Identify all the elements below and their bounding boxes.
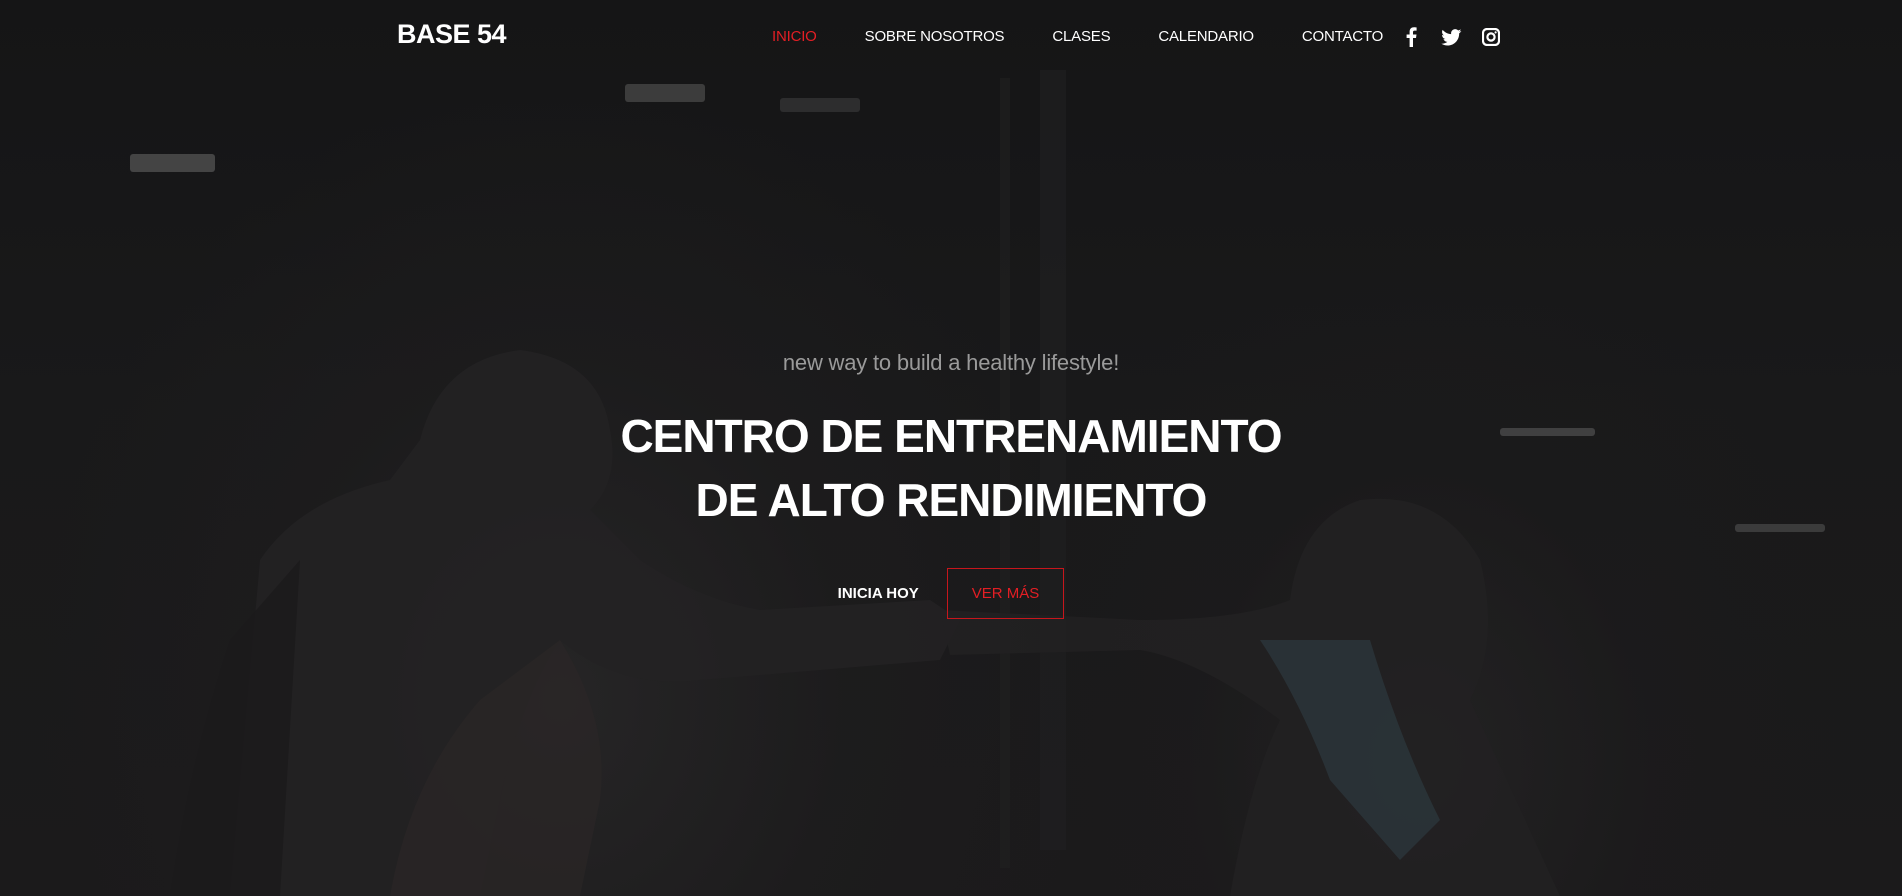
navbar: BASE 54 INICIO SOBRE NOSOTROS CLASES CAL… — [0, 0, 1902, 74]
main-nav: INICIO SOBRE NOSOTROS CLASES CALENDARIO … — [772, 28, 1383, 45]
start-today-button[interactable]: INICIA HOY — [838, 571, 919, 616]
hero-headline: CENTRO DE ENTRENAMIENTO DE ALTO RENDIMIE… — [0, 404, 1902, 532]
site-logo[interactable]: BASE 54 — [397, 19, 507, 50]
nav-item-contacto[interactable]: CONTACTO — [1302, 28, 1383, 45]
hero-cta-row: INICIA HOY VER MÁS — [0, 568, 1902, 619]
hero-content: new way to build a healthy lifestyle! CE… — [0, 350, 1902, 619]
social-links — [1400, 26, 1502, 48]
hero-section: BASE 54 INICIO SOBRE NOSOTROS CLASES CAL… — [0, 0, 1902, 896]
nav-item-calendario[interactable]: CALENDARIO — [1158, 28, 1254, 45]
nav-item-clases[interactable]: CLASES — [1052, 28, 1110, 45]
hero-tagline: new way to build a healthy lifestyle! — [782, 350, 1120, 375]
nav-item-sobre-nosotros[interactable]: SOBRE NOSOTROS — [865, 28, 1005, 45]
instagram-icon[interactable] — [1480, 26, 1502, 48]
nav-item-inicio[interactable]: INICIO — [772, 28, 817, 45]
facebook-icon[interactable] — [1400, 26, 1422, 48]
twitter-icon[interactable] — [1440, 26, 1462, 48]
see-more-button[interactable]: VER MÁS — [946, 568, 1065, 619]
hero-headline-line-1: CENTRO DE ENTRENAMIENTO — [620, 410, 1282, 462]
hero-headline-line-2: DE ALTO RENDIMIENTO — [695, 474, 1208, 526]
